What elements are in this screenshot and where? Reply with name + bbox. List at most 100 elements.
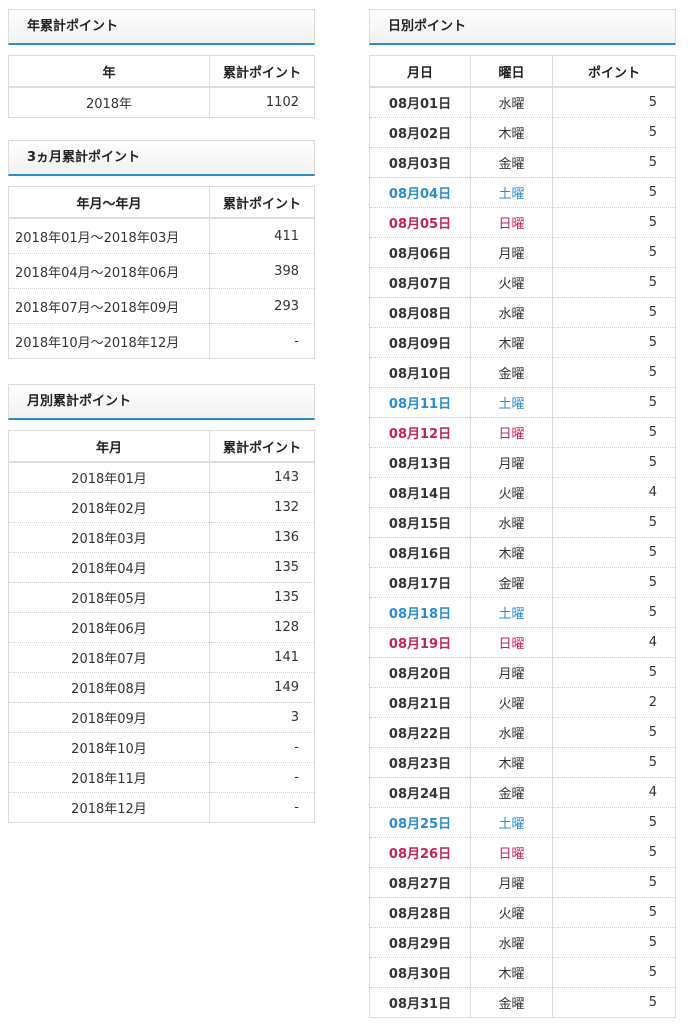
table-row: 2018年08月 149	[8, 672, 315, 703]
date-cell: 08月13日	[369, 447, 471, 478]
date-cell: 08月30日	[369, 957, 471, 988]
day-of-week-cell: 火曜	[470, 267, 553, 298]
table-row: 08月19日 日曜 4	[369, 627, 676, 658]
table-row: 08月16日 木曜 5	[369, 537, 676, 568]
points-cell: 411	[209, 217, 315, 254]
date-cell: 08月12日	[369, 417, 471, 448]
points-cell: 5	[552, 237, 676, 268]
table-row: 2018年10月～2018年12月 -	[8, 323, 315, 359]
table-row: 08月08日 水曜 5	[369, 297, 676, 328]
points-cell: 4	[552, 777, 676, 808]
points-cell: 5	[552, 147, 676, 178]
day-of-week-cell: 水曜	[470, 86, 553, 118]
points-cell: 132	[209, 492, 315, 523]
day-of-week-cell: 水曜	[470, 507, 553, 538]
daily-points-title: 日別ポイント	[369, 9, 676, 45]
points-cell: 5	[552, 297, 676, 328]
period-cell: 2018年01月～2018年03月	[8, 217, 210, 254]
table-row: 08月24日 金曜 4	[369, 777, 676, 808]
points-cell: 3	[209, 702, 315, 733]
quarterly-points-title: 3ヵ月累計ポイント	[8, 140, 315, 176]
table-row: 08月23日 木曜 5	[369, 747, 676, 778]
points-cell: 5	[552, 567, 676, 598]
period-cell: 2018年04月	[8, 552, 210, 583]
monthly-points-panel: 月別累計ポイント 年月 累計ポイント 2018年01月 143 2018年02月 13…	[8, 384, 315, 823]
points-cell: 5	[552, 957, 676, 988]
period-cell: 2018年	[8, 86, 210, 118]
table-row: 2018年02月 132	[8, 492, 315, 523]
table-row: 08月30日 木曜 5	[369, 957, 676, 988]
points-cell: 5	[552, 807, 676, 838]
table-row: 08月31日 金曜 5	[369, 987, 676, 1018]
points-cell: 5	[552, 927, 676, 958]
date-cell: 08月07日	[369, 267, 471, 298]
column-header-date: 月日	[369, 55, 471, 88]
period-cell: 2018年12月	[8, 792, 210, 823]
yearly-points-table: 年 累計ポイント 2018年 1102	[8, 55, 315, 118]
points-cell: 5	[552, 987, 676, 1018]
day-of-week-cell: 火曜	[470, 477, 553, 508]
daily-points-table: 月日 曜日 ポイント 08月01日 水曜 5 08月02日 木曜 5 08月03日 金曜 5 08…	[369, 55, 676, 1018]
points-cell: 5	[552, 86, 676, 118]
table-row: 2018年05月 135	[8, 582, 315, 613]
period-cell: 2018年05月	[8, 582, 210, 613]
points-cell: 5	[552, 327, 676, 358]
table-row: 08月05日 日曜 5	[369, 207, 676, 238]
column-header-points: ポイント	[552, 55, 676, 88]
day-of-week-cell: 日曜	[470, 627, 553, 658]
date-cell: 08月20日	[369, 657, 471, 688]
table-row: 08月07日 火曜 5	[369, 267, 676, 298]
day-of-week-cell: 金曜	[470, 567, 553, 598]
points-cell: 128	[209, 612, 315, 643]
points-cell: 5	[552, 417, 676, 448]
yearly-points-panel: 年累計ポイント 年 累計ポイント 2018年 1102	[8, 9, 315, 118]
column-header-points: 累計ポイント	[209, 186, 315, 219]
table-row: 08月04日 土曜 5	[369, 177, 676, 208]
table-row: 08月15日 水曜 5	[369, 507, 676, 538]
table-row: 2018年01月～2018年03月 411	[8, 217, 315, 254]
table-row: 08月02日 木曜 5	[369, 117, 676, 148]
table-row: 08月26日 日曜 5	[369, 837, 676, 868]
date-cell: 08月23日	[369, 747, 471, 778]
points-cell: -	[209, 732, 315, 763]
period-cell: 2018年09月	[8, 702, 210, 733]
points-cell: -	[209, 762, 315, 793]
table-row: 2018年07月 141	[8, 642, 315, 673]
points-cell: 5	[552, 837, 676, 868]
date-cell: 08月29日	[369, 927, 471, 958]
day-of-week-cell: 土曜	[470, 807, 553, 838]
day-of-week-cell: 土曜	[470, 387, 553, 418]
column-header-year-month: 年月	[8, 430, 210, 463]
day-of-week-cell: 木曜	[470, 327, 553, 358]
table-row: 08月12日 日曜 5	[369, 417, 676, 448]
date-cell: 08月04日	[369, 177, 471, 208]
points-cell: 5	[552, 177, 676, 208]
points-cell: 5	[552, 207, 676, 238]
column-header-points: 累計ポイント	[209, 55, 315, 88]
table-row: 08月09日 木曜 5	[369, 327, 676, 358]
points-cell: 5	[552, 267, 676, 298]
points-cell: 136	[209, 522, 315, 553]
points-cell: 5	[552, 387, 676, 418]
date-cell: 08月19日	[369, 627, 471, 658]
day-of-week-cell: 日曜	[470, 207, 553, 238]
points-cell: 5	[552, 657, 676, 688]
points-cell: 293	[209, 288, 315, 324]
date-cell: 08月26日	[369, 837, 471, 868]
day-of-week-cell: 木曜	[470, 537, 553, 568]
table-row: 08月18日 土曜 5	[369, 597, 676, 628]
points-cell: 4	[552, 477, 676, 508]
date-cell: 08月31日	[369, 987, 471, 1018]
day-of-week-cell: 土曜	[470, 597, 553, 628]
points-cell: 398	[209, 253, 315, 289]
day-of-week-cell: 日曜	[470, 417, 553, 448]
day-of-week-cell: 月曜	[470, 867, 553, 898]
date-cell: 08月10日	[369, 357, 471, 388]
table-row: 08月01日 水曜 5	[369, 86, 676, 118]
date-cell: 08月25日	[369, 807, 471, 838]
date-cell: 08月14日	[369, 477, 471, 508]
date-cell: 08月28日	[369, 897, 471, 928]
points-cell: 4	[552, 627, 676, 658]
day-of-week-cell: 金曜	[470, 357, 553, 388]
points-cell: 135	[209, 582, 315, 613]
